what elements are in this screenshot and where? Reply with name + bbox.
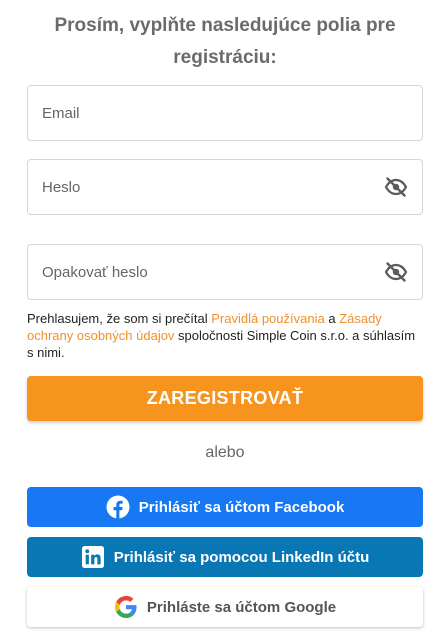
linkedin-button-label: Prihlásiť sa pomocou LinkedIn účtu: [113, 548, 370, 566]
registration-heading: Prosím, vyplňte nasledujúce polia pre re…: [54, 15, 396, 68]
google-icon: [114, 595, 138, 619]
facebook-icon: [106, 495, 130, 519]
register-button[interactable]: ZAREGISTROVAŤ: [27, 376, 423, 421]
linkedin-login-button[interactable]: Prihlásiť sa pomocou LinkedIn účtu: [27, 537, 423, 577]
password-field[interactable]: [27, 159, 423, 215]
terms-link[interactable]: Pravidlá používania: [211, 311, 324, 326]
google-button-label: Prihláste sa účtom Google: [146, 598, 337, 616]
consent-text: Prehlasujem, že som si prečítal Pravidlá…: [27, 310, 423, 361]
email-field[interactable]: [27, 85, 423, 141]
eye-off-icon[interactable]: [384, 175, 408, 199]
facebook-login-button[interactable]: Prihlásiť sa účtom Facebook: [27, 487, 423, 527]
eye-off-icon[interactable]: [384, 260, 408, 284]
or-divider: alebo: [205, 444, 245, 461]
linkedin-icon: [81, 545, 105, 569]
consent-prefix: Prehlasujem, že som si prečítal: [27, 311, 212, 326]
google-login-button[interactable]: Prihláste sa účtom Google: [27, 587, 423, 627]
repeat-password-field[interactable]: [27, 244, 423, 300]
repeat-password-input[interactable]: [42, 245, 384, 299]
register-button-label: ZAREGISTROVAŤ: [146, 388, 304, 408]
email-input[interactable]: [42, 86, 408, 140]
facebook-button-label: Prihlásiť sa účtom Facebook: [138, 498, 345, 516]
consent-middle: a: [324, 311, 340, 326]
password-input[interactable]: [42, 160, 384, 214]
